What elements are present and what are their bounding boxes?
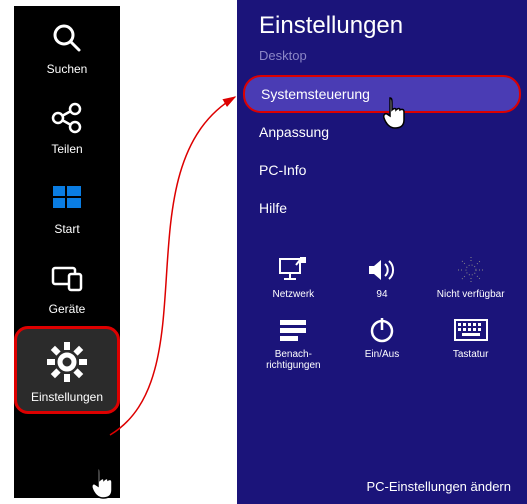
network-icon [278,257,308,283]
tile-power[interactable]: Ein/Aus [340,315,425,372]
charm-start-label: Start [54,222,79,236]
tile-keyboard-label: Tastatur [453,349,489,360]
charm-settings[interactable]: Einstellungen [14,326,120,414]
menu-personalization[interactable]: Anpassung [237,113,527,151]
brightness-icon [456,255,486,285]
tile-brightness[interactable]: Nicht verfügbar [428,255,513,301]
panel-title: Einstellungen [237,12,527,46]
search-icon [49,20,85,56]
keyboard-icon [454,319,488,341]
devices-icon [49,260,85,296]
tile-network-label: Netzwerk [272,289,314,300]
menu-help-label: Hilfe [259,200,287,216]
panel-context: Desktop [237,46,527,75]
tile-network[interactable]: Netzwerk [251,255,336,301]
charm-start[interactable]: Start [14,166,120,246]
share-icon [49,100,85,136]
charm-settings-label: Einstellungen [31,390,103,404]
settings-panel: Einstellungen Desktop Systemsteuerung An… [237,0,527,504]
tile-keyboard[interactable]: Tastatur [428,315,513,372]
menu-personalization-label: Anpassung [259,124,329,140]
charm-search[interactable]: Suchen [14,6,120,86]
menu-control-panel[interactable]: Systemsteuerung [243,75,521,113]
gear-icon [45,340,89,384]
menu-control-panel-label: Systemsteuerung [261,86,370,102]
menu-help[interactable]: Hilfe [237,189,527,227]
volume-icon [367,257,397,283]
tile-brightness-label: Nicht verfügbar [437,289,505,300]
tile-volume-label: 94 [376,289,387,300]
charm-devices-label: Geräte [49,302,86,316]
charm-share[interactable]: Teilen [14,86,120,166]
menu-pc-info[interactable]: PC-Info [237,151,527,189]
change-pc-settings-label: PC-Einstellungen ändern [366,479,511,494]
power-icon [368,316,396,344]
tile-volume[interactable]: 94 [340,255,425,301]
tile-notifications[interactable]: Benach-richtigungen [251,315,336,372]
quick-tiles: Netzwerk 94 [237,227,527,382]
tile-notifications-label: Benach-richtigungen [266,349,320,372]
charm-share-label: Teilen [51,142,82,156]
charm-devices[interactable]: Geräte [14,246,120,326]
windows-icon [49,180,85,216]
tile-power-label: Ein/Aus [365,349,399,360]
menu-pc-info-label: PC-Info [259,162,306,178]
charm-search-label: Suchen [47,62,88,76]
change-pc-settings[interactable]: PC-Einstellungen ändern [366,479,511,494]
notifications-icon [278,318,308,342]
charms-bar: Suchen Teilen Start Geräte [14,6,120,498]
